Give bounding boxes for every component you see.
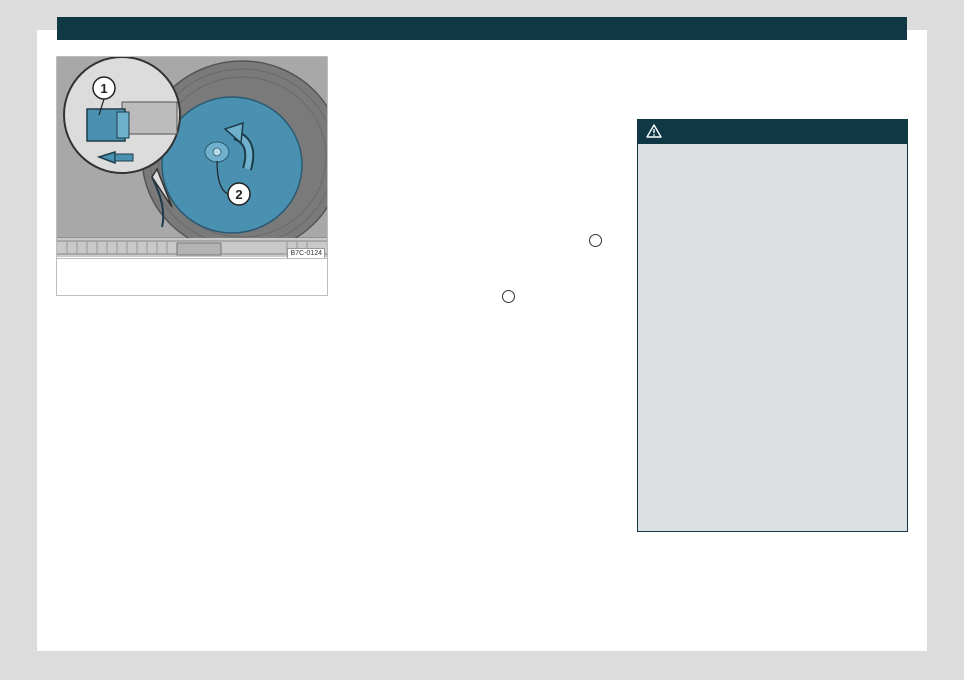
warning-box: [637, 119, 908, 532]
circle-reference-icon: [589, 234, 602, 247]
figure-caption: [57, 258, 327, 296]
page-header-bar: [57, 17, 907, 40]
spare-wheel-illustration: 1 2: [57, 57, 327, 257]
warning-header: [638, 120, 907, 144]
callout-2: 2: [235, 187, 242, 202]
figure-spare-wheel: 1 2 B7C-0124: [56, 56, 328, 296]
circle-reference-icon: [502, 290, 515, 303]
warning-triangle-icon: [646, 124, 662, 138]
callout-1: 1: [100, 81, 107, 96]
